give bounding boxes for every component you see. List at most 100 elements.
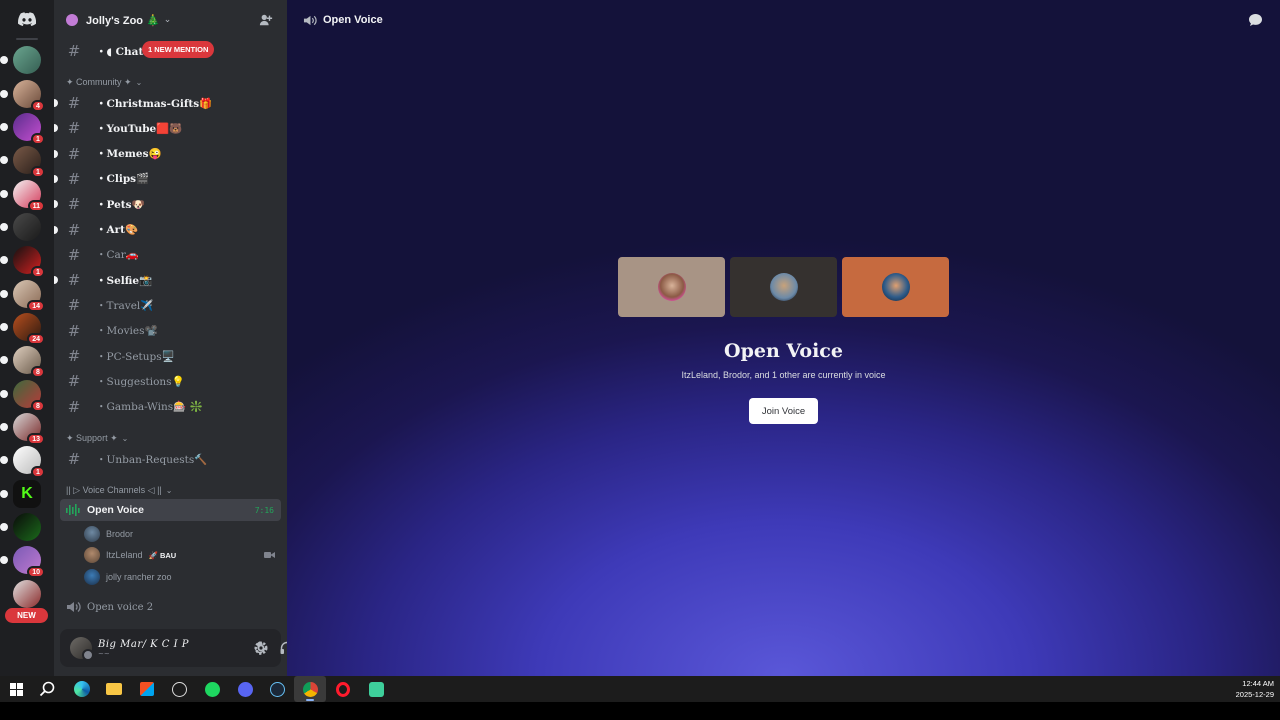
server-icon[interactable]: 4 xyxy=(0,80,45,112)
channel-item[interactable]: # ・Christmas-Gifts🎁 xyxy=(54,92,280,114)
start-button[interactable] xyxy=(7,680,25,698)
chrome-taskbar-button[interactable] xyxy=(301,680,319,698)
avatar xyxy=(84,526,100,542)
edge-taskbar-button[interactable] xyxy=(73,680,91,698)
channel-name: ・Memes😜 xyxy=(96,148,162,161)
app-taskbar-button[interactable] xyxy=(170,680,188,698)
category-voice[interactable]: || ▷ Voice Channels ◁ || ⌄ xyxy=(66,483,172,497)
unread-dot xyxy=(54,200,58,209)
participant-tile[interactable] xyxy=(842,257,949,317)
hash-icon: # xyxy=(67,94,81,112)
hash-icon: # xyxy=(67,347,81,365)
channel-item[interactable]: # ・YouTube🟥🐻 xyxy=(54,117,280,139)
windows-taskbar: 12:44 AM 2025-12-29 xyxy=(0,676,1280,702)
unread-dot xyxy=(54,225,58,234)
server-icon[interactable]: 13 xyxy=(0,413,45,445)
search-button[interactable] xyxy=(38,680,56,698)
steam-taskbar-button[interactable] xyxy=(268,680,286,698)
app-taskbar-button-2[interactable] xyxy=(367,680,385,698)
spotify-icon xyxy=(204,681,220,697)
voice-user[interactable]: ItzLeland 🚀 BAU xyxy=(84,545,279,565)
server-icon[interactable]: 8 xyxy=(0,346,45,378)
channel-item[interactable]: # ・Clips🎬 xyxy=(54,168,280,190)
hash-icon: # xyxy=(67,119,81,138)
chevron-down-icon: ⌄ xyxy=(121,433,129,443)
chat-bubble-icon[interactable] xyxy=(1248,13,1263,27)
unread-pill xyxy=(0,156,8,164)
channel-sidebar: Jolly's Zoo 🎄 ⌄ # ・◖ Chat 1 NEW MENTION … xyxy=(54,0,294,676)
guild-header[interactable]: Jolly's Zoo 🎄 ⌄ xyxy=(54,0,287,40)
channel-item[interactable]: # ・Movies📽️ xyxy=(60,320,280,342)
invite-people-icon[interactable] xyxy=(259,13,273,27)
user-info[interactable]: Big Mar/ K C I P ~~ xyxy=(98,639,189,658)
system-clock[interactable]: 12:44 AM 2025-12-29 xyxy=(1236,678,1274,700)
camera-icon xyxy=(264,552,275,558)
avatar xyxy=(769,273,798,301)
unread-dot xyxy=(54,99,58,107)
channel-item[interactable]: # ・Gamba-Wins🎰 ❇️ xyxy=(60,396,280,418)
server-icon[interactable] xyxy=(13,580,41,608)
voice-participant-tiles xyxy=(618,257,949,317)
voice-channel-open-voice-2[interactable]: Open voice 2 xyxy=(60,596,281,618)
server-icon[interactable]: K xyxy=(0,480,41,508)
server-rail: 4 1 1 11 1 14 24 8 8 13 1 K 10 NEW xyxy=(0,0,54,676)
channel-item[interactable]: # ・Suggestions💡 xyxy=(60,370,280,392)
server-icon[interactable] xyxy=(0,513,41,541)
channel-name: ・YouTube🟥🐻 xyxy=(96,122,183,135)
channel-item[interactable]: # ・PC-Setups🖥️ xyxy=(60,345,280,367)
server-icon[interactable]: 1 xyxy=(0,113,45,145)
unread-badge: 1 xyxy=(31,266,45,278)
server-icon[interactable]: 8 xyxy=(0,380,45,412)
voice-channel-name: Open voice 2 xyxy=(87,601,154,613)
category-community[interactable]: ✦ Community ✦ ⌄ xyxy=(66,75,142,89)
channel-item[interactable]: # ・Travel✈️ xyxy=(60,294,280,316)
voice-user[interactable]: jolly rancher zoo xyxy=(84,567,279,587)
voice-channel-heading: Open Voice xyxy=(724,340,843,362)
unread-badge: 24 xyxy=(27,333,45,345)
new-mention-pill[interactable]: 1 NEW MENTION xyxy=(142,41,215,58)
unread-badge: 11 xyxy=(27,200,45,212)
server-icon[interactable] xyxy=(0,213,41,241)
channel-item[interactable]: # ・Unban-Requests🔨 xyxy=(60,448,280,470)
channel-name: ・Clips🎬 xyxy=(96,173,150,186)
file-explorer-button[interactable] xyxy=(105,680,123,698)
voice-user[interactable]: Brodor xyxy=(84,524,279,544)
chevron-down-icon: ⌄ xyxy=(165,485,173,495)
channel-name: ・◖ Chat xyxy=(96,45,144,58)
chevron-down-icon: ⌄ xyxy=(163,15,172,25)
channel-item[interactable]: # ・Pets🐶 xyxy=(54,193,280,215)
server-icon[interactable]: 1 xyxy=(0,246,45,278)
server-icon[interactable]: 11 xyxy=(0,180,45,212)
voice-channel-open-voice[interactable]: Open Voice 7:16 xyxy=(60,499,281,521)
unread-pill xyxy=(0,123,8,131)
avatar[interactable] xyxy=(70,637,94,661)
participant-tile[interactable] xyxy=(618,257,725,317)
channel-item[interactable]: # ・Memes😜 xyxy=(54,143,280,165)
channel-item[interactable]: # ・Car🚗 xyxy=(60,244,280,266)
channel-item[interactable]: # ・Selfie📸 xyxy=(54,269,280,291)
spotify-taskbar-button[interactable] xyxy=(203,680,221,698)
server-icon[interactable]: 1 xyxy=(0,446,45,478)
server-icon[interactable] xyxy=(0,46,41,74)
channel-item[interactable]: # ・Art🎨 xyxy=(54,219,280,241)
store-button[interactable] xyxy=(138,680,156,698)
server-icon[interactable]: 10 xyxy=(0,546,45,578)
channel-chat[interactable]: # ・◖ Chat 1 NEW MENTION xyxy=(60,40,280,62)
discord-home-button[interactable] xyxy=(13,6,41,32)
unread-pill xyxy=(0,456,8,464)
discord-taskbar-button[interactable] xyxy=(236,680,254,698)
server-icon[interactable]: 1 xyxy=(0,146,45,178)
search-icon xyxy=(39,681,55,697)
server-avatar xyxy=(13,213,41,241)
participant-tile[interactable] xyxy=(730,257,837,317)
channel-name: ・Selfie📸 xyxy=(96,274,153,287)
server-icon[interactable]: 24 xyxy=(0,313,45,345)
discord-icon xyxy=(237,681,253,697)
category-support[interactable]: ✦ Support ✦ ⌄ xyxy=(66,431,128,445)
server-icon[interactable]: 14 xyxy=(0,280,45,312)
opera-taskbar-button[interactable] xyxy=(334,680,352,698)
opera-icon xyxy=(336,681,350,697)
join-voice-button[interactable]: Join Voice xyxy=(749,398,818,424)
screen-bottom-edge xyxy=(0,702,1280,720)
settings-gear-icon[interactable] xyxy=(253,640,269,656)
